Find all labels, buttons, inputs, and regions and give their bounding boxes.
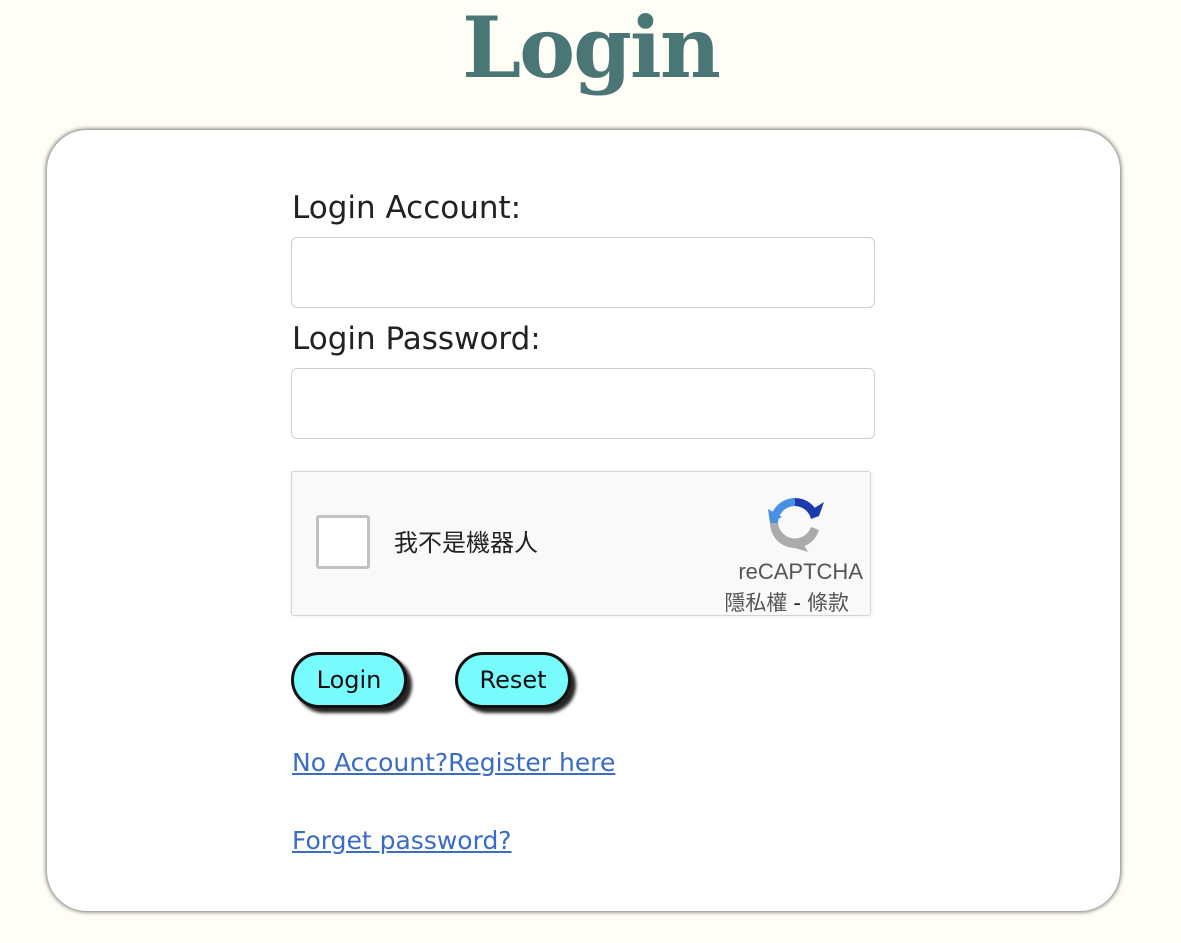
recaptcha-logo-icon [768, 498, 824, 552]
password-label: Login Password: [292, 321, 541, 357]
account-label: Login Account: [292, 190, 522, 226]
account-input[interactable] [291, 237, 875, 308]
recaptcha-checkbox-label: 我不是機器人 [394, 529, 538, 557]
reset-button[interactable]: Reset [455, 652, 571, 708]
recaptcha-brand-text: reCAPTCHA [738, 559, 863, 584]
recaptcha-links: 隱私權 - 條款 [724, 589, 849, 617]
login-button[interactable]: Login [291, 652, 407, 708]
password-input[interactable] [291, 368, 875, 439]
page-title: Login [462, 0, 721, 97]
register-link[interactable]: No Account?Register here [292, 747, 615, 779]
recaptcha-checkbox[interactable] [316, 515, 370, 569]
forgot-password-link[interactable]: Forget password? [292, 825, 512, 857]
recaptcha-privacy-link[interactable]: 隱私權 [724, 591, 787, 615]
recaptcha-link-separator: - [793, 591, 801, 615]
recaptcha-terms-link[interactable]: 條款 [807, 591, 849, 615]
